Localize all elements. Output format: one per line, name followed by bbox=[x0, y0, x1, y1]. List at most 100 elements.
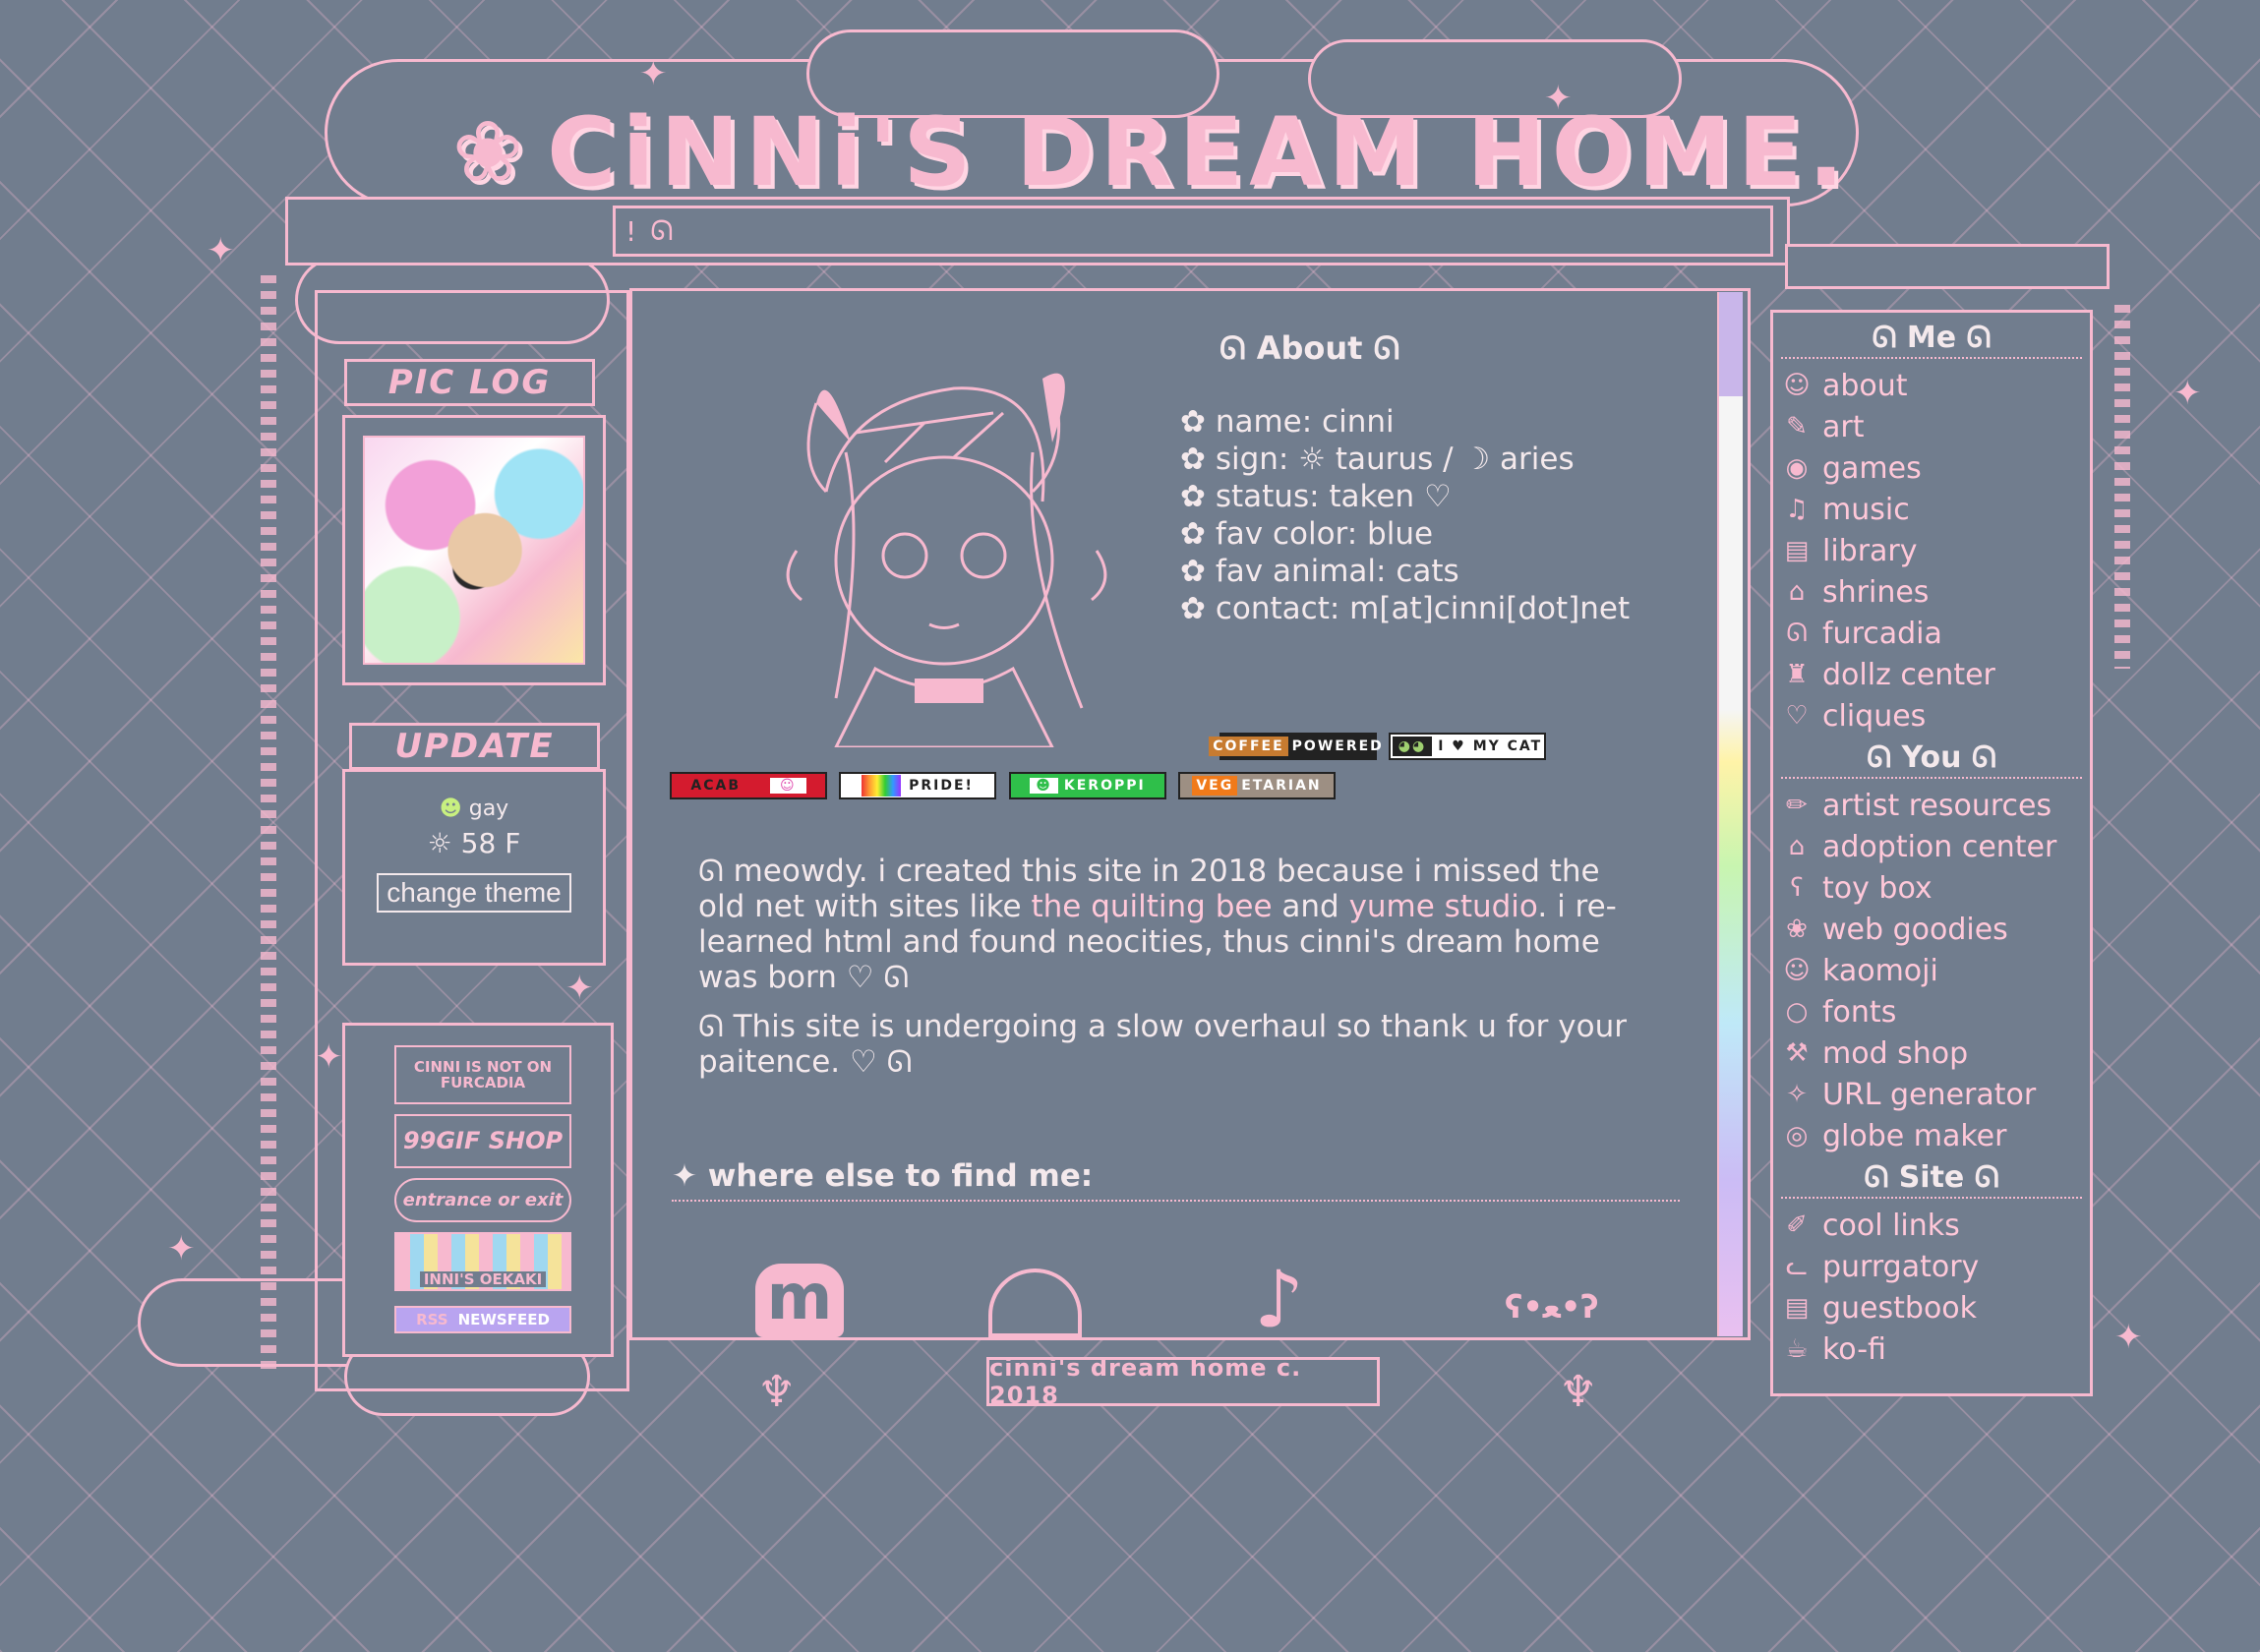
sparkle-decoration: ✦ bbox=[639, 54, 668, 93]
acab-badge[interactable]: ACAB ☺ bbox=[670, 772, 827, 799]
sparkle-decoration: ✦ bbox=[167, 1229, 196, 1268]
nav-item-fonts[interactable]: ○ fonts bbox=[1781, 991, 2082, 1032]
pencil-icon: ✏ bbox=[1786, 791, 1808, 820]
about-list: name: cinni sign: ☼ taurus / ☽ aries sta… bbox=[1180, 403, 1630, 627]
nav-item-label: library bbox=[1822, 533, 1918, 568]
coffee-powered-badge[interactable]: COFFEE POWERED bbox=[1209, 733, 1382, 760]
nav-item-about[interactable]: ☺ about bbox=[1781, 365, 2082, 406]
angel-wing-icon: ᘏ bbox=[698, 854, 734, 889]
pic-log-label: PIC LOG bbox=[387, 363, 552, 402]
kaomoji-link[interactable]: ʕ•ﻌ•ʔ bbox=[1505, 1288, 1599, 1326]
mood-status: ☻ gay bbox=[345, 796, 603, 821]
gift-icon: ❀ bbox=[1786, 914, 1808, 944]
angel-wing-icon: ᘏ bbox=[1867, 740, 1902, 775]
rss-text: RSS bbox=[416, 1310, 448, 1328]
nav-heading-site: ᘏ Site ᘏ bbox=[1781, 1156, 2082, 1199]
intro-paragraph: ᘏ This site is undergoing a slow overhau… bbox=[698, 1009, 1652, 1080]
cat-icon: ᓚ bbox=[1785, 1252, 1809, 1281]
nav-heading-text: You bbox=[1901, 740, 1962, 775]
nav-item-mod-shop[interactable]: ⚒ mod shop bbox=[1781, 1032, 2082, 1074]
angel-wing-icon: ᘏ bbox=[698, 1009, 734, 1044]
pride-text: PRIDE! bbox=[909, 778, 974, 794]
oekaki-badge-text: INNI'S OEKAKI bbox=[419, 1270, 547, 1287]
keroppi-badge[interactable]: ☻ KEROPPI bbox=[1009, 772, 1166, 799]
heart-icon: ♡ bbox=[1785, 701, 1809, 731]
nav-item-cool-links[interactable]: ✐ cool links bbox=[1781, 1205, 2082, 1246]
nav-item-label: adoption center bbox=[1822, 829, 2057, 864]
nav-item-purrgatory[interactable]: ᓚ purrgatory bbox=[1781, 1246, 2082, 1287]
rss-newsfeed-badge[interactable]: RSS NEWSFEED bbox=[394, 1306, 571, 1333]
nav-item-artist-resources[interactable]: ✏ artist resources bbox=[1781, 785, 2082, 826]
globe-icon: ◎ bbox=[1785, 1121, 1809, 1150]
intro-text-part: This site is undergoing a slow overhaul … bbox=[698, 1009, 1627, 1080]
nav-item-globe-maker[interactable]: ◎ globe maker bbox=[1781, 1115, 2082, 1156]
entrance-exit-badge[interactable]: entrance or exit bbox=[394, 1178, 571, 1222]
about-item: fav color: blue bbox=[1180, 515, 1630, 553]
nav-item-guestbook[interactable]: ▤ guestbook bbox=[1781, 1287, 2082, 1328]
about-item: status: taken ♡ bbox=[1180, 478, 1630, 515]
nav-item-furcadia[interactable]: ᘏ furcadia bbox=[1781, 613, 2082, 654]
i-love-my-cat-badge[interactable]: ◕◕ I ♥ MY CAT bbox=[1389, 733, 1546, 760]
angel-wing-icon: ᘏ bbox=[1956, 321, 1992, 355]
nav-item-label: kaomoji bbox=[1822, 953, 1938, 988]
nav-item-library[interactable]: ▤ library bbox=[1781, 530, 2082, 571]
book-icon: ▤ bbox=[1784, 536, 1810, 565]
chain-decoration bbox=[261, 275, 276, 1377]
nav-item-art[interactable]: ✎ art bbox=[1781, 406, 2082, 447]
music-note-link[interactable]: ♪ bbox=[1254, 1254, 1304, 1345]
nav-item-music[interactable]: ♫ music bbox=[1781, 489, 2082, 530]
gamepad-icon: ◉ bbox=[1785, 453, 1809, 483]
nav-item-cliques[interactable]: ♡ cliques bbox=[1781, 695, 2082, 737]
mood-text: gay bbox=[468, 796, 509, 821]
pic-log-banner: PIC LOG bbox=[344, 359, 595, 406]
pride-badge[interactable]: PRIDE! bbox=[839, 772, 996, 799]
about-item: contact: m[at]cinni[dot]net bbox=[1180, 590, 1630, 627]
quilting-bee-link[interactable]: the quilting bee bbox=[1031, 889, 1272, 924]
nav-heading-you: ᘏ You ᘏ bbox=[1781, 737, 2082, 779]
sparkle-decoration: ✦ bbox=[565, 969, 594, 1008]
butterfly-icon: ❀ bbox=[452, 103, 530, 202]
vegetarian-badge[interactable]: VEG ETARIAN bbox=[1178, 772, 1336, 799]
nav-item-toy-box[interactable]: ʕ toy box bbox=[1781, 867, 2082, 909]
nav-item-url-generator[interactable]: ✧ URL generator bbox=[1781, 1074, 2082, 1115]
footer-banner: cinni's dream home c. 2018 bbox=[986, 1354, 1380, 1409]
about-heading: ᘏ About ᘏ bbox=[1219, 329, 1399, 368]
sparkle-icon: ✧ bbox=[1786, 1080, 1808, 1109]
angel-wing-icon: ᘏ bbox=[1964, 1160, 1999, 1195]
frog-icon: ☻ bbox=[1030, 778, 1058, 794]
sparkle-decoration: ✦ bbox=[2114, 1318, 2143, 1357]
coffee-text: COFFEE bbox=[1209, 737, 1288, 756]
nav-item-kaomoji[interactable]: ☺ kaomoji bbox=[1781, 950, 2082, 991]
angel-wing-icon: ᘏ bbox=[1219, 329, 1257, 367]
nav-item-games[interactable]: ◉ games bbox=[1781, 447, 2082, 489]
pic-log-image[interactable] bbox=[363, 436, 585, 665]
book-icon: ▤ bbox=[1784, 1293, 1810, 1323]
keroppi-text: KEROPPI bbox=[1063, 778, 1146, 794]
gif-shop-badge[interactable]: 99GIF SHOP bbox=[394, 1114, 571, 1168]
nav-item-dollz-center[interactable]: ♜ dollz center bbox=[1781, 654, 2082, 695]
marquee-text: ! bbox=[625, 214, 637, 248]
cat-eyes-icon: ◕◕ bbox=[1392, 737, 1433, 756]
mastodon-icon: m bbox=[766, 1262, 833, 1334]
oekaki-badge[interactable]: INNI'S OEKAKI bbox=[394, 1232, 571, 1291]
sparkle-decoration: ✦ bbox=[315, 1037, 343, 1077]
nav-item-web-goodies[interactable]: ❀ web goodies bbox=[1781, 909, 2082, 950]
gif-shop-badge-text: 99GIF SHOP bbox=[402, 1127, 564, 1155]
nav-heading-text: Site bbox=[1898, 1160, 1965, 1195]
marquee: ! ᘏ bbox=[613, 206, 1773, 257]
nav-item-ko-fi[interactable]: ☕ ko-fi bbox=[1781, 1328, 2082, 1370]
nav-item-adoption-center[interactable]: ⌂ adoption center bbox=[1781, 826, 2082, 867]
nav-item-label: mod shop bbox=[1822, 1035, 1969, 1071]
change-theme-button[interactable]: change theme bbox=[377, 873, 571, 913]
main-scrollbar[interactable] bbox=[1717, 292, 1743, 1336]
update-label: UPDATE bbox=[394, 727, 555, 766]
wing-icon: ᘏ bbox=[1786, 618, 1808, 648]
yume-studio-link[interactable]: yume studio bbox=[1349, 889, 1538, 924]
furcadia-badge[interactable]: CINNI IS NOT ON FURCADIA bbox=[394, 1045, 571, 1104]
mastodon-link[interactable]: m bbox=[755, 1264, 844, 1337]
angel-wing-icon: ᘏ bbox=[1864, 1160, 1899, 1195]
angel-wing-icon: ᘏ bbox=[1872, 321, 1907, 355]
nav-item-shrines[interactable]: ⌂ shrines bbox=[1781, 571, 2082, 613]
nav-item-label: globe maker bbox=[1822, 1118, 2007, 1153]
intro-text-part: and bbox=[1272, 889, 1349, 924]
